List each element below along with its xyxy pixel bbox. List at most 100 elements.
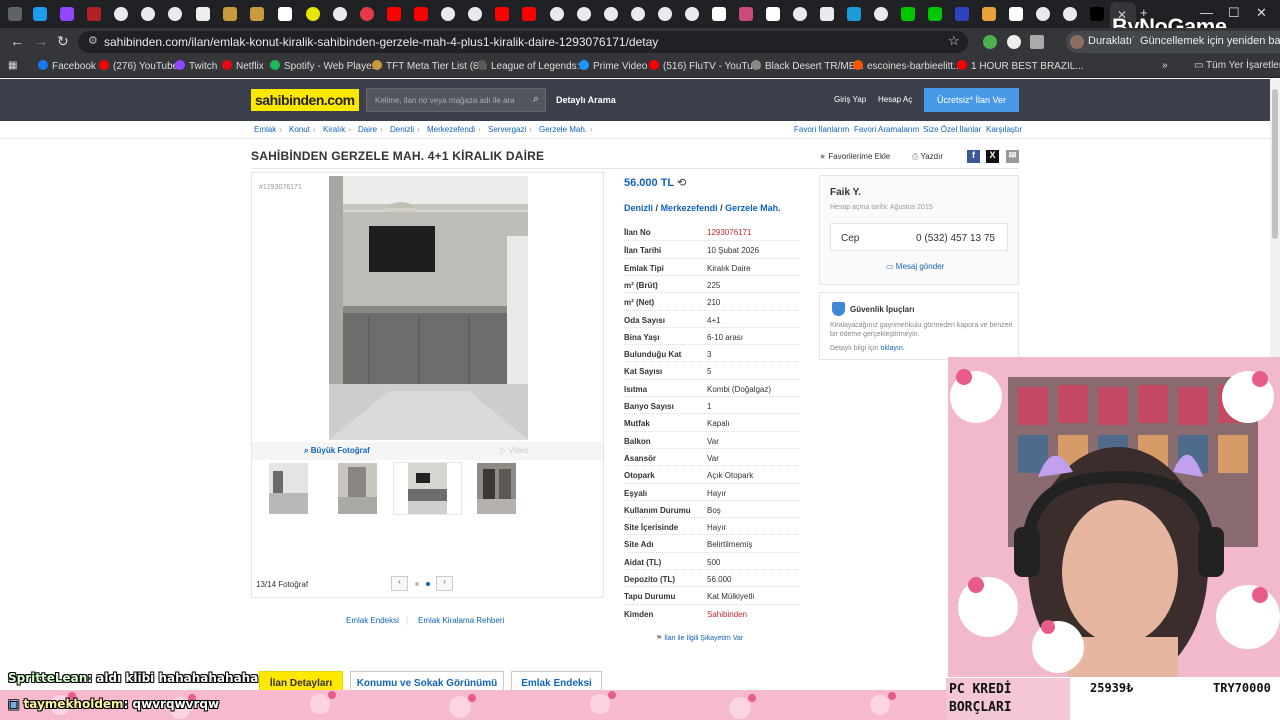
favorite-searches-link[interactable]: Favori Aramalarım [854,125,919,134]
prev-photos-button[interactable]: ‹ [391,576,408,591]
bookmark-item[interactable]: Twitch [175,60,217,72]
next-photos-button[interactable]: › [436,576,453,591]
tab-icon[interactable] [1063,7,1077,21]
more-bookmarks-icon[interactable]: » [1162,60,1168,71]
tab-icon[interactable] [766,7,780,21]
report-listing-link[interactable]: ⚑ İlan ile İlgili Şikayetim Var [656,634,743,642]
site-logo[interactable]: sahibinden.com [251,89,359,111]
breadcrumb-item[interactable]: Kiralık › [323,125,354,134]
close-window-icon[interactable]: ✕ [1256,5,1267,21]
photo-thumbnail[interactable] [338,463,377,514]
apps-icon[interactable]: ▦ [8,60,17,71]
breadcrumb-item[interactable]: Servergazi › [488,125,535,134]
all-bookmarks[interactable]: ▭ Tüm Yer İşaretleri [1194,60,1280,71]
tab-icon[interactable] [739,7,753,21]
tab-icon[interactable] [928,7,942,21]
breadcrumb-item[interactable]: Emlak › [254,125,285,134]
location-city[interactable]: Denizli [624,203,653,213]
pager-dot-active[interactable] [426,582,430,586]
rental-guide-link[interactable]: Emlak Kiralama Rehberi [418,616,504,625]
tab-icon[interactable] [550,7,564,21]
bookmark-item[interactable]: Netflix [222,60,264,72]
photo-thumbnail-active[interactable] [408,463,447,514]
extension-icon[interactable] [983,35,997,49]
tab-icon[interactable] [306,7,320,21]
facebook-share-icon[interactable]: f [967,150,980,163]
bookmark-item[interactable]: (276) YouTube [99,60,178,72]
photo-thumbnail[interactable] [477,463,516,514]
bookmark-item[interactable]: (516) FluTV - YouTu... [649,60,761,72]
maximize-icon[interactable]: ☐ [1228,5,1240,21]
forward-icon[interactable]: → [34,33,48,49]
tab-icon[interactable] [114,7,128,21]
url-field[interactable]: ⚙ sahibinden.com/ilan/emlak-konut-kirali… [78,31,968,53]
x-share-icon[interactable]: X [986,150,999,163]
advanced-search-link[interactable]: Detaylı Arama [556,95,616,105]
tab-icon[interactable] [982,7,996,21]
tab-search-icon[interactable] [8,7,22,21]
video-tab[interactable]: ▷ Video [500,446,529,455]
price-history-icon[interactable]: ⟲ [677,177,686,189]
tab-icon[interactable] [250,7,264,21]
youtube-tab-icon[interactable] [414,7,428,21]
security-more-link[interactable]: tıklayın. [881,345,905,352]
login-link[interactable]: Giriş Yap [834,95,866,104]
compare-link[interactable]: Karşılaştır [986,125,1022,134]
real-estate-index-link[interactable]: Emlak Endeksi [346,616,399,625]
tab-icon[interactable] [874,7,888,21]
photo-thumbnail[interactable] [269,463,308,514]
tab-icon[interactable] [793,7,807,21]
register-link[interactable]: Hesap Aç [878,95,912,104]
tab-icon[interactable] [577,7,591,21]
tab-icon[interactable] [685,7,699,21]
tab-icon[interactable] [1036,7,1050,21]
reload-icon[interactable]: ↻ [57,33,69,50]
tab-icon[interactable] [1009,7,1023,21]
tab-icon[interactable] [658,7,672,21]
breadcrumb-item[interactable]: Gerzele Mah. › [539,125,596,134]
tab-icon[interactable] [820,7,834,21]
for-you-link[interactable]: Size Özel İlanlar [923,125,981,134]
bookmark-item[interactable]: 1 HOUR BEST BRAZIL... [957,60,1084,72]
tab-icon[interactable] [196,7,210,21]
tab-icon[interactable] [333,7,347,21]
post-ad-button[interactable]: Ücretsiz* İlan Ver [924,88,1019,112]
add-favorite-button[interactable]: ★ Favorilerime Ekle [819,152,890,161]
site-info-icon[interactable]: ⚙ [88,34,98,47]
bookmark-item[interactable]: Spotify - Web Playe... [270,60,380,72]
extension-icon[interactable] [1007,35,1021,49]
scrollbar-thumb[interactable] [1272,89,1278,239]
phone-box[interactable]: Cep 0 (532) 457 13 75 [830,223,1008,251]
main-photo[interactable] [329,176,528,440]
tab-icon[interactable] [360,7,374,21]
search-icon[interactable]: ⌕ [533,93,539,106]
tab-icon[interactable] [87,7,101,21]
print-button[interactable]: ⎙ Yazdır [912,152,943,162]
tab-icon[interactable] [604,7,618,21]
youtube-tab-icon[interactable] [522,7,536,21]
tab-icon[interactable] [712,7,726,21]
tab-icon[interactable] [60,7,74,21]
back-icon[interactable]: ← [10,33,24,49]
breadcrumb-item[interactable]: Daire › [358,125,386,134]
big-photo-tab[interactable]: ⌕ Büyük Fotoğraf [304,446,370,456]
favorite-listings-link[interactable]: Favori İlanlarım [794,125,849,134]
bookmark-item[interactable]: escoines-barbieelitt... [853,60,962,72]
tab-icon[interactable] [441,7,455,21]
bookmark-item[interactable]: TFT Meta Tier List (8... [372,60,487,72]
page-scrollbar[interactable] [1270,79,1280,359]
bookmark-item[interactable]: League of Legends:... [477,60,588,72]
tab-icon[interactable] [223,7,237,21]
x-tab-icon[interactable] [1090,7,1104,21]
youtube-tab-icon[interactable] [495,7,509,21]
breadcrumb-item[interactable]: Denizli › [390,125,423,134]
email-share-icon[interactable]: ✉ [1006,150,1019,163]
tab-icon[interactable] [468,7,482,21]
tab-icon[interactable] [278,7,292,21]
tab-icon[interactable] [33,7,47,21]
tab-icon[interactable] [168,7,182,21]
update-button[interactable]: Güncellemek için yeniden başlat [1132,31,1280,53]
youtube-tab-icon[interactable] [387,7,401,21]
breadcrumb-item[interactable]: Merkezefendi › [427,125,484,134]
send-message-button[interactable]: ▭ Mesaj gönder [886,262,944,271]
